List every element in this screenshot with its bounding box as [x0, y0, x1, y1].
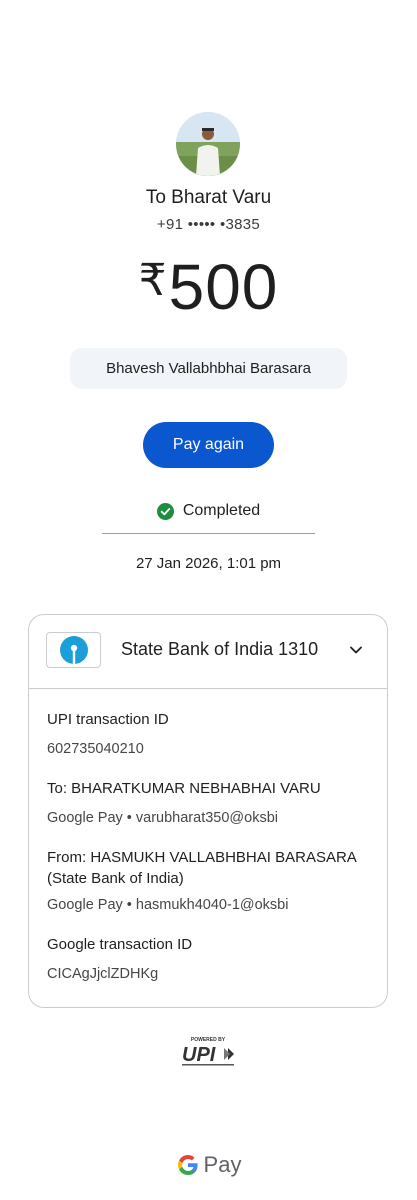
status-row: Completed — [0, 502, 417, 520]
to-row: To: BHARATKUMAR NEBHABHAI VARU Google Pa… — [47, 778, 367, 828]
bank-logo — [46, 632, 101, 668]
google-g-icon — [177, 1155, 198, 1175]
google-pay-footer: Pay — [0, 1152, 417, 1178]
upi-powered-by: POWERED BY — [191, 1037, 226, 1043]
upi-transaction-id-label: UPI transaction ID — [47, 711, 169, 728]
from-label: From: HASMUKH VALLABHBHAI BARASARA (Stat… — [47, 849, 356, 887]
google-transaction-id-value[interactable]: CICAgJjclZDHKg — [47, 964, 367, 984]
transaction-datetime: 27 Jan 2026, 1:01 pm — [135, 555, 282, 572]
chevron-down-icon[interactable] — [349, 643, 363, 657]
bank-account-header[interactable]: State Bank of India 1310 — [29, 615, 387, 689]
currency-symbol: ₹ — [138, 256, 167, 305]
transaction-details: UPI transaction ID 602735040210 To: BHAR… — [47, 709, 367, 1003]
google-transaction-id-row: Google transaction ID CICAgJjclZDHKg — [47, 934, 367, 984]
upi-transaction-id-value[interactable]: 602735040210 — [47, 739, 367, 759]
upi-transaction-id-row: UPI transaction ID 602735040210 — [47, 709, 367, 759]
pay-again-button[interactable]: Pay again — [143, 422, 274, 468]
recipient-avatar — [176, 112, 240, 176]
upi-text: UPI — [182, 1044, 216, 1066]
amount-value: 500 — [168, 251, 279, 323]
recipient-name: To Bharat Varu — [145, 187, 272, 208]
check-circle-icon — [156, 502, 174, 520]
recipient-phone: +91 ••••• •3835 — [156, 216, 261, 233]
bank-name: State Bank of India 1310 — [121, 639, 319, 659]
upi-logo: POWERED BY UPI — [178, 1034, 238, 1068]
sbi-logo-icon — [59, 636, 88, 664]
from-value: Google Pay • hasmukh4040-1@oksbi — [47, 897, 289, 913]
divider — [102, 533, 315, 534]
status-label: Completed — [182, 502, 261, 519]
google-transaction-id-label: Google transaction ID — [47, 936, 193, 953]
to-label: To: BHARATKUMAR NEBHABHAI VARU — [47, 780, 321, 797]
gpay-text: Pay — [203, 1152, 242, 1177]
transaction-details-card: State Bank of India 1310 UPI transaction… — [28, 614, 388, 1008]
payment-amount: ₹500 — [0, 250, 417, 324]
payment-note-text: Bhavesh Vallabhbhai Barasara — [106, 360, 311, 377]
payment-note: Bhavesh Vallabhbhai Barasara — [70, 348, 347, 389]
to-value: Google Pay • varubharat350@oksbi — [47, 810, 278, 826]
from-row: From: HASMUKH VALLABHBHAI BARASARA (Stat… — [47, 847, 367, 915]
